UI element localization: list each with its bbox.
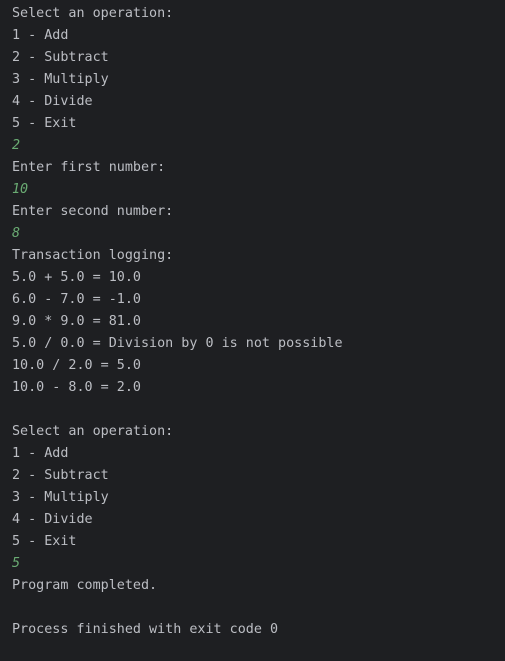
console-line: Enter first number: <box>12 160 166 175</box>
console-line: 10.0 / 2.0 = 5.0 <box>12 358 141 373</box>
console-line: 2 - Subtract <box>12 468 109 483</box>
console-exit-status: Process finished with exit code 0 <box>12 622 279 637</box>
console-line: Transaction logging: <box>12 248 174 263</box>
console-line: 1 - Add <box>12 28 69 43</box>
console-line: 10.0 - 8.0 = 2.0 <box>12 380 141 395</box>
console-line: 6.0 - 7.0 = -1.0 <box>12 292 141 307</box>
console-user-input: 8 <box>12 226 21 241</box>
console-user-input: 2 <box>12 138 21 153</box>
console-line: 9.0 * 9.0 = 81.0 <box>12 314 141 329</box>
console-line: 1 - Add <box>12 446 69 461</box>
console-line: 2 - Subtract <box>12 50 109 65</box>
console-line: 3 - Multiply <box>12 72 109 87</box>
console-line: Select an operation: <box>12 6 174 21</box>
console-line: 5 - Exit <box>12 116 77 131</box>
console-line: 4 - Divide <box>12 512 93 527</box>
console-user-input: 5 <box>12 556 21 571</box>
console-line: Select an operation: <box>12 424 174 439</box>
console-line: 5.0 + 5.0 = 10.0 <box>12 270 141 285</box>
console-line: 5.0 / 0.0 = Division by 0 is not possibl… <box>12 336 343 351</box>
console-output[interactable]: Select an operation: 1 - Add 2 - Subtrac… <box>0 0 505 661</box>
console-line: 5 - Exit <box>12 534 77 549</box>
console-line: Program completed. <box>12 578 158 593</box>
console-line: Enter second number: <box>12 204 174 219</box>
console-user-input: 10 <box>12 182 29 197</box>
console-line: 3 - Multiply <box>12 490 109 505</box>
console-line: 4 - Divide <box>12 94 93 109</box>
